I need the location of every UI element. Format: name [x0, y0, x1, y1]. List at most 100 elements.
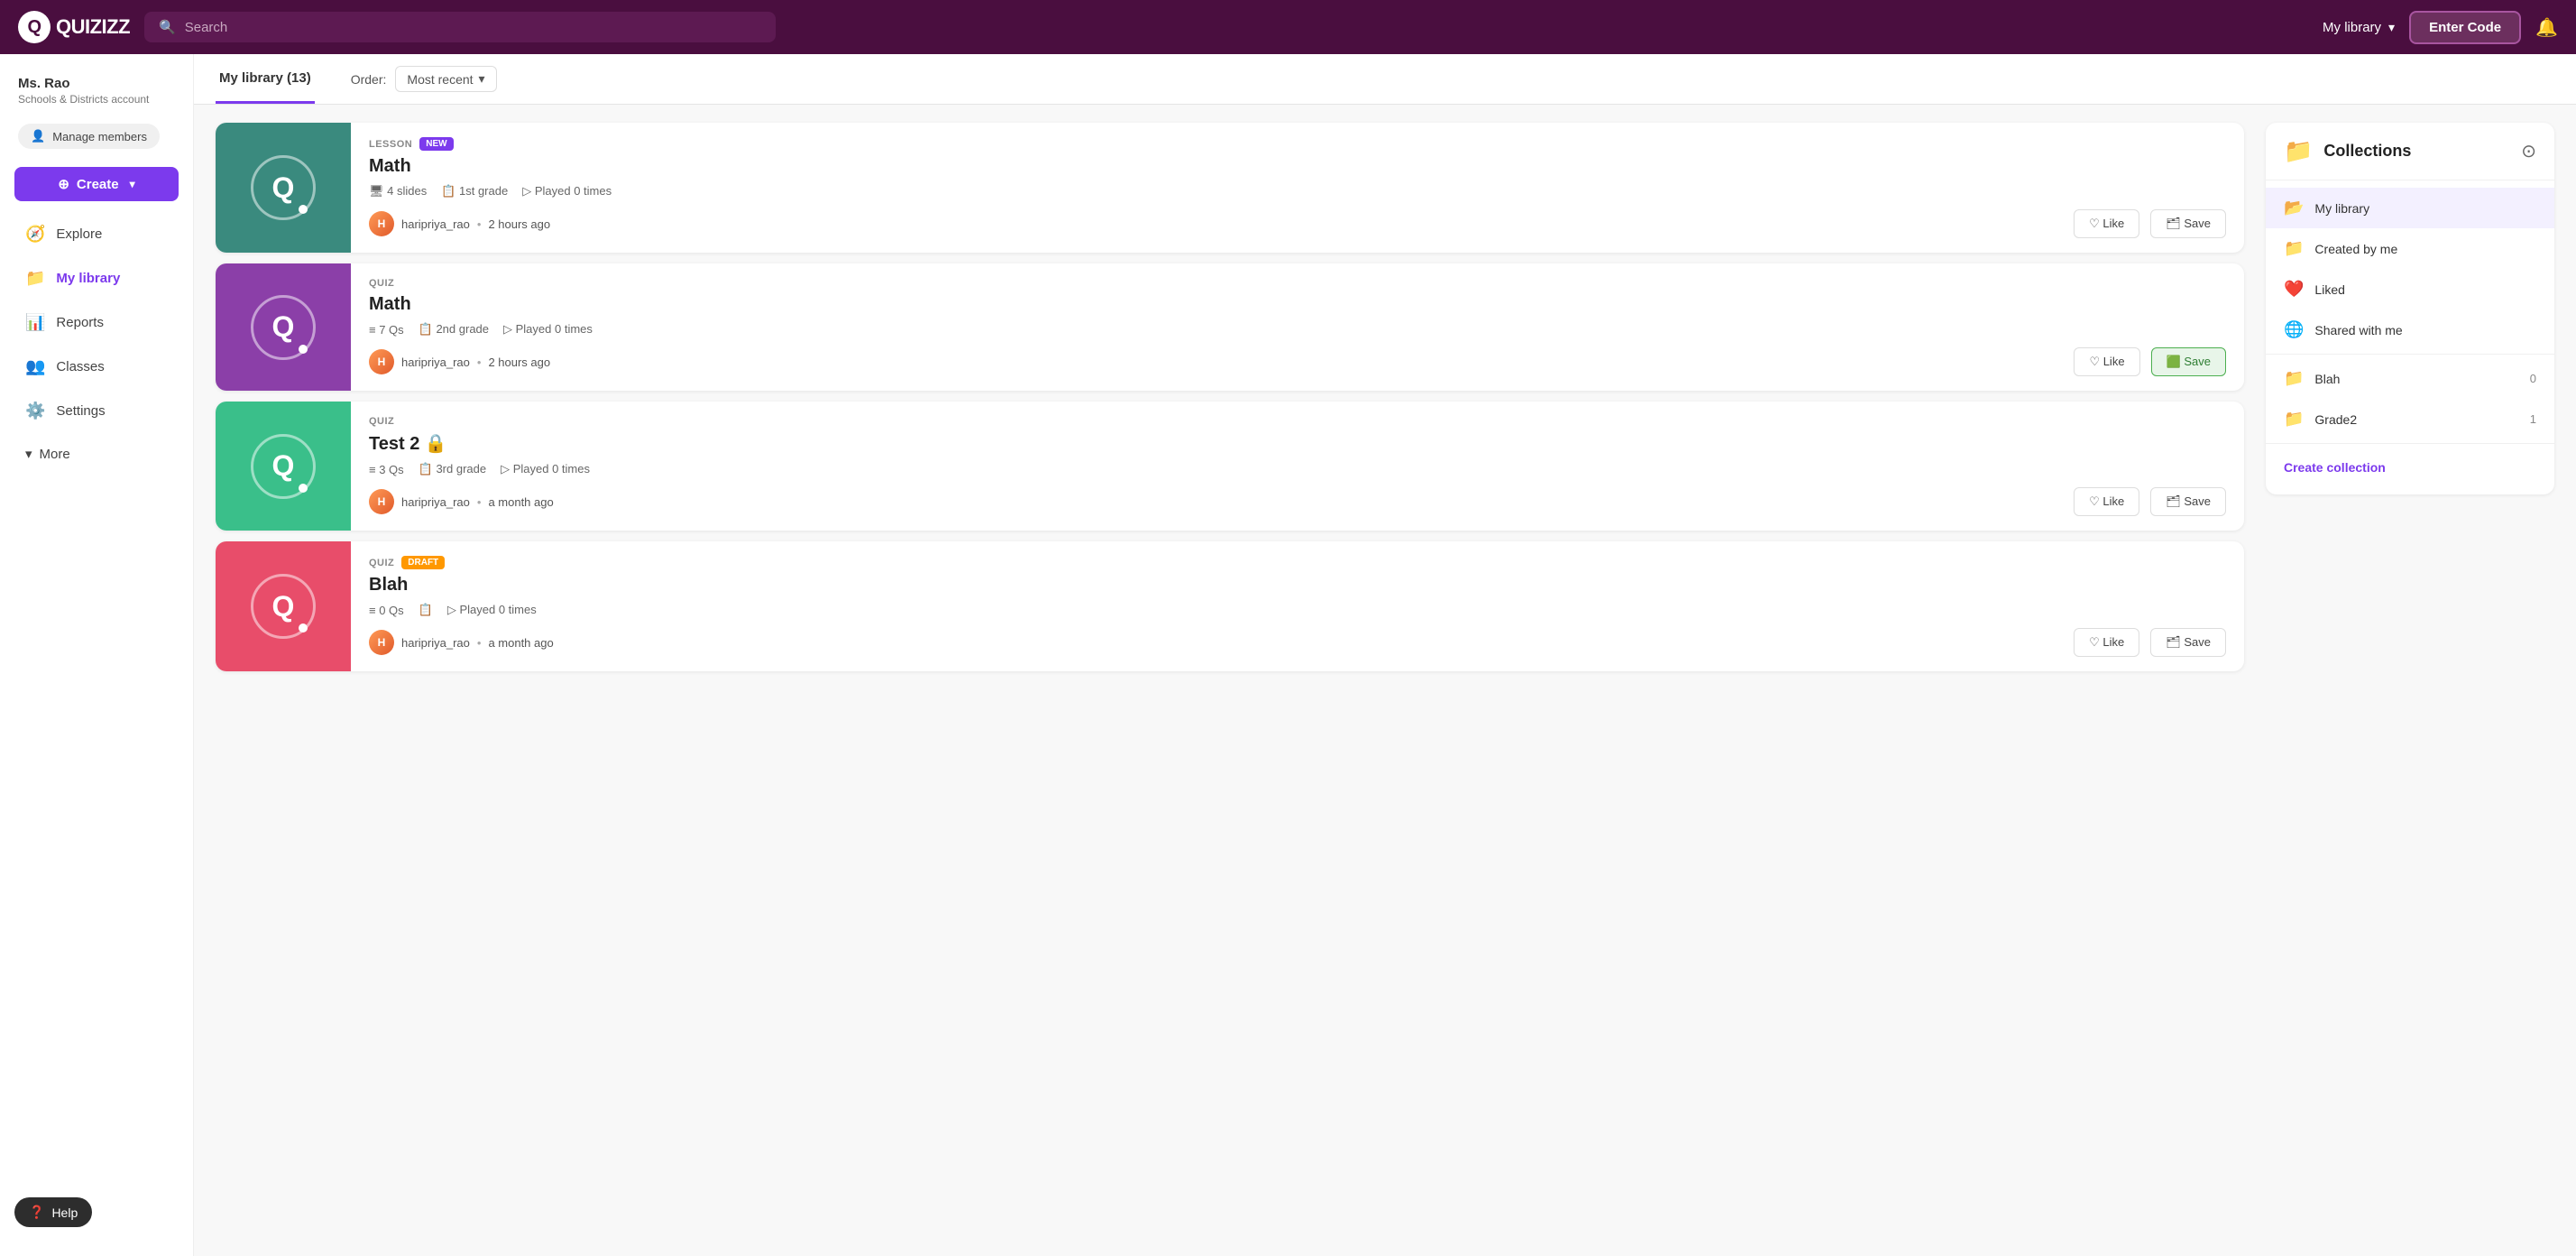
search-bar[interactable]: 🔍 Search — [144, 12, 776, 42]
create-button[interactable]: ⊕ Create ▾ — [14, 167, 179, 201]
card-actions: ♡ Like 🗂 Save — [2074, 209, 2226, 238]
like-button[interactable]: ♡ Like — [2074, 209, 2139, 238]
cards-area: Q LESSON NEW Math 🖥 4 slides 📋 1st grade… — [194, 105, 2576, 689]
collection-item-liked[interactable]: ❤️ Liked — [2266, 269, 2554, 309]
questions-meta: ≡ 7 Qs — [369, 323, 404, 337]
collections-panel: 📁 Collections ⊙ 📂 My library 📁 Created b… — [2266, 123, 2554, 494]
author-dot: • — [477, 495, 482, 509]
explore-icon: 🧭 — [25, 225, 45, 244]
content-header: My library (13) Order: Most recent ▾ — [194, 54, 2576, 105]
my-library-tab[interactable]: My library (13) — [216, 54, 315, 104]
card-type-row: QUIZ — [369, 278, 2226, 289]
avatar: H — [369, 211, 394, 236]
help-label: Help — [51, 1205, 78, 1220]
avatar: H — [369, 349, 394, 374]
card-body: LESSON NEW Math 🖥 4 slides 📋 1st grade ▷… — [351, 123, 2244, 253]
save-button[interactable]: 🟩 Save — [2151, 347, 2226, 376]
notification-bell-icon[interactable]: 🔔 — [2535, 16, 2558, 39]
author-name: haripriya_rao — [401, 356, 470, 369]
collection-item-shared[interactable]: 🌐 Shared with me — [2266, 309, 2554, 350]
card-body: QUIZ DRAFT Blah ≡ 0 Qs 📋 ▷ Played 0 time… — [351, 541, 2244, 671]
card-actions: ♡ Like 🗂 Save — [2074, 487, 2226, 516]
sidebar-item-explore[interactable]: 🧭 Explore — [7, 214, 186, 254]
played-meta: ▷ Played 0 times — [503, 322, 593, 337]
card-thumbnail: Q — [216, 541, 351, 671]
sidebar: Ms. Rao Schools & Districts account 👤 Ma… — [0, 54, 194, 1256]
my-library-dropdown[interactable]: My library ▾ — [2323, 20, 2395, 35]
quiz-card: Q QUIZ DRAFT Blah ≡ 0 Qs 📋 ▷ Played 0 ti… — [216, 541, 2244, 671]
quiz-card: Q LESSON NEW Math 🖥 4 slides 📋 1st grade… — [216, 123, 2244, 253]
folder-icon: 📁 — [2284, 369, 2304, 388]
my-library-nav-label: My library — [56, 271, 120, 286]
author-dot: • — [477, 636, 482, 650]
tab-label: My library (13) — [219, 70, 311, 86]
sidebar-item-settings[interactable]: ⚙️ Settings — [7, 391, 186, 431]
card-type-label: QUIZ — [369, 416, 394, 427]
settings-icon: ⚙️ — [25, 402, 45, 420]
order-label: Order: — [351, 72, 387, 87]
save-button[interactable]: 🗂 Save — [2150, 487, 2226, 516]
card-actions: ♡ Like 🗂 Save — [2074, 628, 2226, 657]
options-icon[interactable]: ⊙ — [2521, 140, 2536, 162]
slides-meta: 🖥 4 slides — [369, 184, 427, 199]
collection-item-grade2[interactable]: 📁 Grade2 1 — [2266, 399, 2554, 439]
globe-icon: 🌐 — [2284, 320, 2304, 339]
collection-name: Grade2 — [2314, 412, 2518, 427]
save-button[interactable]: 🗂 Save — [2150, 628, 2226, 657]
draft-badge: DRAFT — [401, 556, 445, 569]
user-subtitle: Schools & Districts account — [18, 93, 175, 106]
help-button[interactable]: ❓ Help — [14, 1197, 92, 1227]
card-type-label: QUIZ — [369, 278, 394, 289]
collections-title-label: Collections — [2323, 142, 2411, 161]
card-title: Blah — [369, 575, 2226, 596]
classes-label: Classes — [56, 359, 104, 374]
like-button[interactable]: ♡ Like — [2074, 347, 2139, 376]
collection-name: Created by me — [2314, 242, 2536, 256]
played-meta: ▷ Played 0 times — [501, 462, 590, 476]
library-icon: 📁 — [25, 269, 45, 288]
classes-icon: 👥 — [25, 357, 45, 376]
create-collection-link[interactable]: Create collection — [2266, 448, 2554, 487]
card-title: Test 2 🔒 — [369, 432, 2226, 455]
card-meta: ≡ 7 Qs 📋 2nd grade ▷ Played 0 times — [369, 322, 2226, 337]
collections-body: 📂 My library 📁 Created by me ❤️ Liked 🌐 … — [2266, 180, 2554, 494]
time-ago: 2 hours ago — [488, 356, 550, 369]
collection-count: 1 — [2530, 412, 2536, 426]
save-button[interactable]: 🗂 Save — [2150, 209, 2226, 238]
enter-code-button[interactable]: Enter Code — [2409, 11, 2521, 44]
time-ago: a month ago — [488, 495, 553, 509]
card-title: Math — [369, 156, 2226, 177]
plus-icon: ⊕ — [58, 176, 69, 192]
sidebar-item-reports[interactable]: 📊 Reports — [7, 302, 186, 343]
folder-icon: 📂 — [2284, 199, 2304, 217]
order-value: Most recent — [407, 72, 473, 87]
author-name: haripriya_rao — [401, 636, 470, 650]
author-name: haripriya_rao — [401, 217, 470, 231]
card-actions: ♡ Like 🟩 Save — [2074, 347, 2226, 376]
chevron-down-icon: ▾ — [2388, 20, 2395, 35]
card-type-label: QUIZ — [369, 558, 394, 568]
logo[interactable]: Q QUIZIZZ — [18, 11, 130, 43]
collection-item-blah[interactable]: 📁 Blah 0 — [2266, 358, 2554, 399]
user-name: Ms. Rao — [18, 76, 175, 91]
sidebar-item-classes[interactable]: 👥 Classes — [7, 346, 186, 387]
create-label: Create — [77, 177, 119, 192]
chevron-down-icon: ▾ — [479, 71, 485, 87]
like-button[interactable]: ♡ Like — [2074, 487, 2139, 516]
order-dropdown[interactable]: Most recent ▾ — [395, 66, 496, 92]
card-body: QUIZ Test 2 🔒 ≡ 3 Qs 📋 3rd grade ▷ Playe… — [351, 402, 2244, 531]
collection-name: Liked — [2314, 282, 2536, 297]
like-button[interactable]: ♡ Like — [2074, 628, 2139, 657]
collection-item-created-by-me[interactable]: 📁 Created by me — [2266, 228, 2554, 269]
card-type-row: QUIZ — [369, 416, 2226, 427]
manage-members-button[interactable]: 👤 Manage members — [18, 124, 160, 149]
sidebar-item-my-library[interactable]: 📁 My library — [7, 258, 186, 299]
card-footer: H haripriya_rao • 2 hours ago ♡ Like 🟩 S… — [369, 347, 2226, 376]
main-layout: Ms. Rao Schools & Districts account 👤 Ma… — [0, 54, 2576, 1256]
sidebar-more[interactable]: ▾ More — [7, 435, 186, 473]
card-type-row: LESSON NEW — [369, 137, 2226, 151]
collection-name: Shared with me — [2314, 323, 2536, 337]
collection-item-my-library[interactable]: 📂 My library — [2266, 188, 2554, 228]
divider — [2266, 354, 2554, 355]
chevron-down-icon: ▾ — [130, 178, 135, 190]
